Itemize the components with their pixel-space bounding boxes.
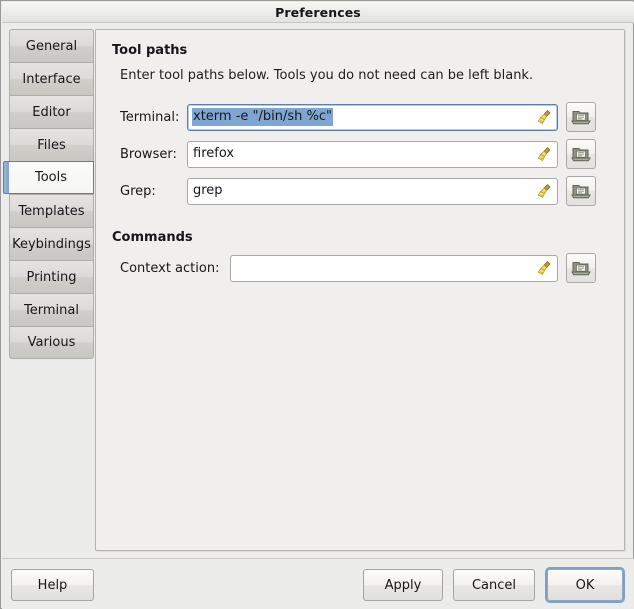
folder-open-icon	[571, 185, 591, 199]
commands-heading: Commands	[112, 230, 193, 245]
sidebar-item-printing[interactable]: Printing	[9, 260, 94, 293]
grep-input-value: grep	[193, 183, 223, 198]
sidebar-item-various[interactable]: Various	[9, 326, 94, 359]
browser-browse-button[interactable]	[566, 139, 596, 169]
browser-input-value: firefox	[193, 146, 235, 161]
context-action-label: Context action:	[120, 260, 220, 276]
help-button-label: Help	[37, 577, 68, 593]
window-title: Preferences	[275, 4, 361, 20]
sidebar-item-keybindings[interactable]: Keybindings	[9, 227, 94, 260]
sidebar-item-label: Keybindings	[12, 236, 91, 252]
sidebar-item-label: Tools	[34, 170, 68, 185]
folder-open-icon	[571, 148, 591, 162]
ok-button-label: OK	[575, 577, 595, 593]
terminal-browse-button[interactable]	[566, 102, 596, 132]
sidebar-item-files[interactable]: Files	[9, 128, 94, 161]
category-tab-list: General Interface Editor Files Tools Tem…	[3, 29, 94, 359]
sidebar-item-label: Interface	[22, 71, 81, 87]
broom-icon[interactable]	[536, 146, 552, 162]
cancel-button-label: Cancel	[471, 577, 517, 593]
broom-icon[interactable]	[536, 260, 552, 276]
sidebar-item-label: Files	[37, 137, 66, 153]
sidebar-item-editor[interactable]: Editor	[9, 95, 94, 128]
context-action-browse-button[interactable]	[566, 253, 596, 283]
sidebar-item-label: Templates	[18, 203, 85, 219]
tool-paths-heading: Tool paths	[112, 43, 188, 58]
sidebar-item-tools[interactable]: Tools	[3, 161, 94, 194]
grep-path-row: Grep: grep	[120, 176, 612, 206]
terminal-label: Terminal:	[120, 109, 180, 125]
context-action-input-value	[235, 267, 237, 270]
tools-settings-panel: Tool paths Enter tool paths below. Tools…	[95, 29, 625, 551]
apply-button-label: Apply	[384, 577, 422, 593]
folder-open-icon	[571, 262, 591, 276]
sidebar-item-label: Printing	[26, 269, 77, 285]
tool-paths-description: Enter tool paths below. Tools you do not…	[120, 68, 534, 83]
context-action-input[interactable]	[230, 254, 558, 282]
grep-label: Grep:	[120, 183, 156, 199]
broom-icon[interactable]	[536, 183, 552, 199]
broom-icon[interactable]	[536, 109, 552, 125]
browser-label: Browser:	[120, 146, 177, 162]
sidebar-item-general[interactable]: General	[9, 29, 94, 62]
preferences-window: Preferences General Interface Editor Fil…	[0, 0, 634, 609]
dialog-footer: Help Apply Cancel OK	[2, 558, 634, 609]
browser-path-row: Browser: firefox	[120, 139, 612, 169]
terminal-path-row: Terminal: xterm -e "/bin/sh %c"	[120, 102, 612, 132]
sidebar-item-label: General	[25, 38, 78, 54]
context-action-row: Context action:	[120, 253, 612, 283]
cancel-button[interactable]: Cancel	[453, 569, 535, 601]
dialog-body: General Interface Editor Files Tools Tem…	[1, 24, 633, 557]
terminal-input-value: xterm -e "/bin/sh %c"	[192, 108, 333, 126]
help-button[interactable]: Help	[11, 569, 94, 601]
sidebar-item-terminal[interactable]: Terminal	[9, 293, 94, 326]
sidebar-item-label: Editor	[32, 104, 71, 120]
browser-input[interactable]: firefox	[187, 140, 558, 168]
sidebar-item-interface[interactable]: Interface	[9, 62, 94, 95]
grep-browse-button[interactable]	[566, 176, 596, 206]
window-titlebar: Preferences	[2, 2, 634, 23]
sidebar-item-label: Various	[27, 335, 76, 350]
terminal-input[interactable]: xterm -e "/bin/sh %c"	[187, 103, 558, 131]
grep-input[interactable]: grep	[187, 177, 558, 205]
sidebar-item-label: Terminal	[24, 302, 79, 318]
apply-button[interactable]: Apply	[363, 569, 443, 601]
sidebar-item-templates[interactable]: Templates	[9, 194, 94, 227]
ok-button[interactable]: OK	[547, 569, 623, 601]
folder-open-icon	[571, 111, 591, 125]
